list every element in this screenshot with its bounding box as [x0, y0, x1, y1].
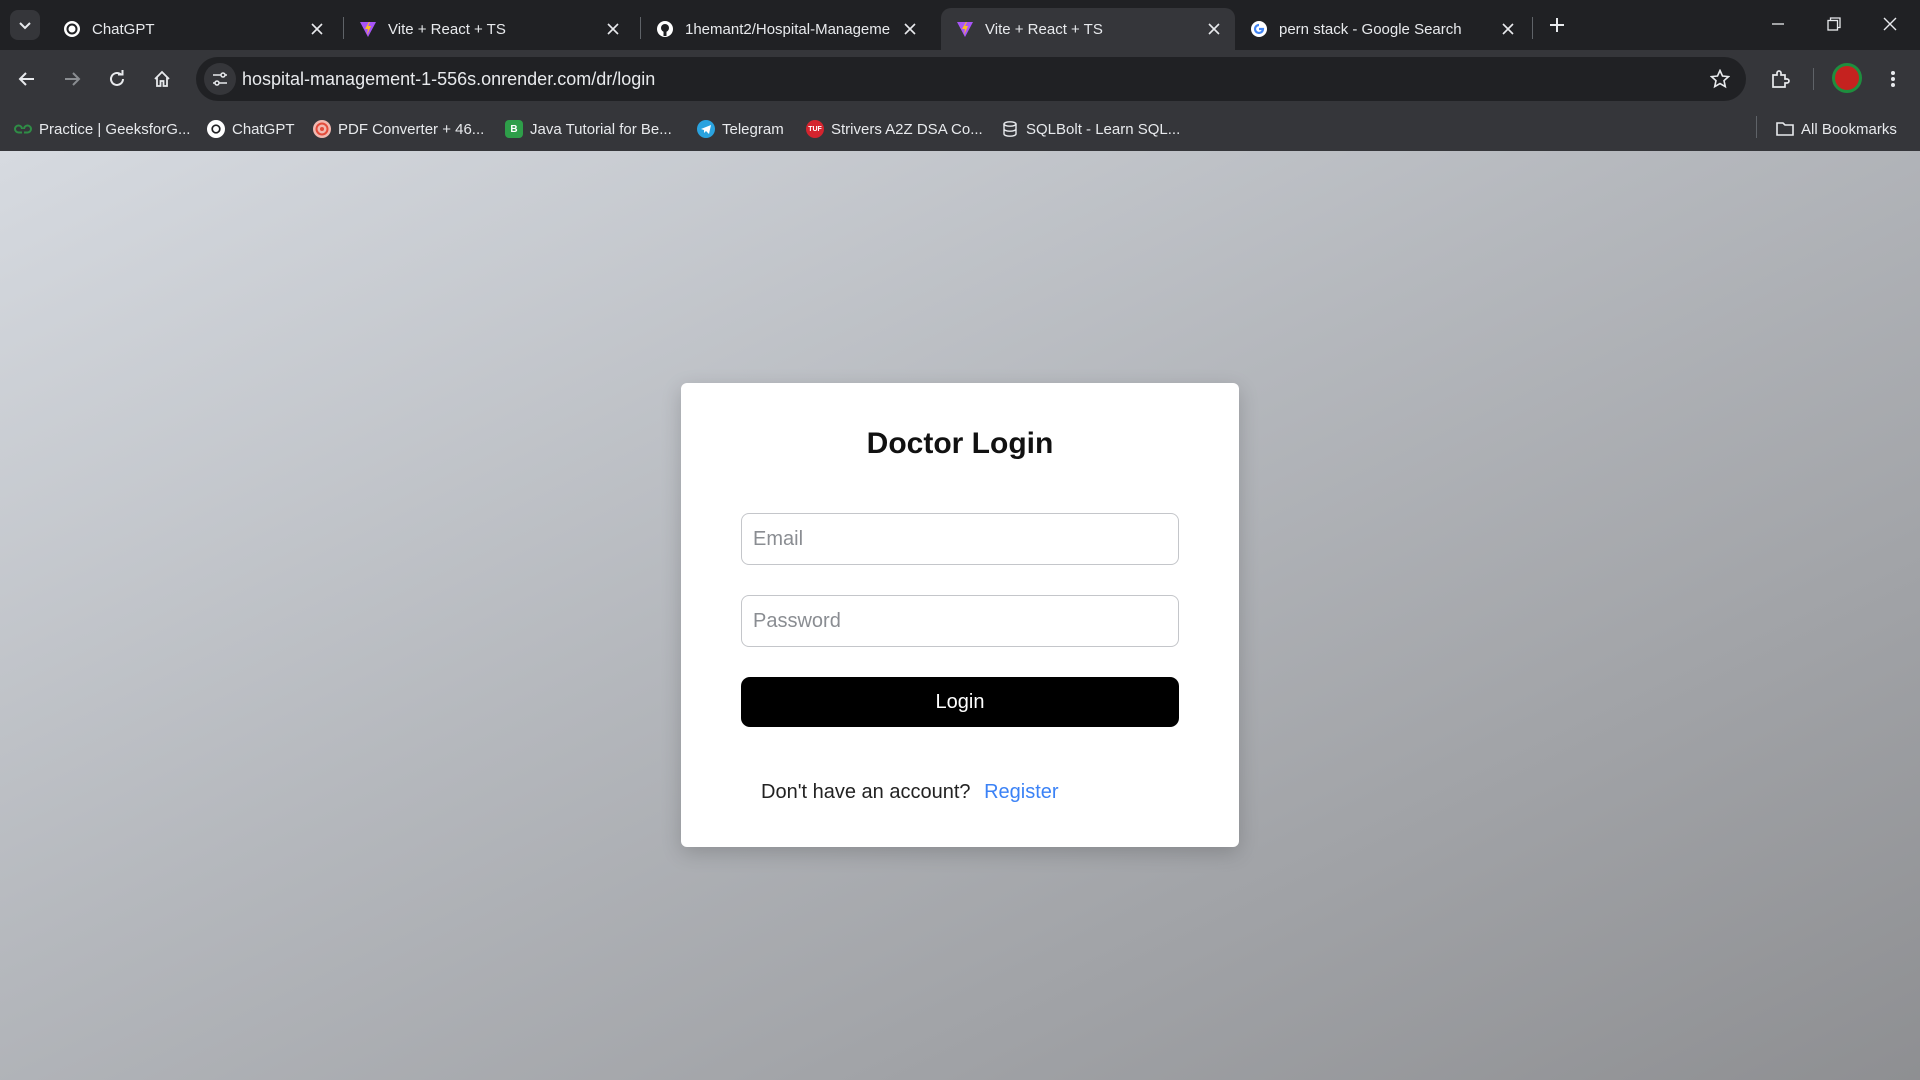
star-icon: [1710, 69, 1730, 89]
tab-search-button[interactable]: [10, 10, 40, 40]
bookmark-label: Java Tutorial for Be...: [530, 120, 672, 138]
arrow-right-icon: [65, 72, 81, 86]
reload-icon: [110, 70, 124, 86]
tune-icon: [213, 72, 227, 86]
tab-separator: [1532, 17, 1533, 39]
bookmark-label: Telegram: [722, 120, 784, 138]
chatgpt-icon: [62, 19, 82, 39]
tab-github[interactable]: 1hemant2/Hospital-Manageme: [641, 8, 931, 50]
google-icon: [1249, 19, 1269, 39]
password-field[interactable]: [741, 595, 1179, 647]
tab-google-search[interactable]: pern stack - Google Search: [1235, 8, 1529, 50]
chevron-down-icon: [19, 22, 31, 30]
page-title: Doctor Login: [866, 427, 1054, 460]
minimize-button[interactable]: [1750, 0, 1806, 48]
login-card: Doctor Login Login Don't have an account…: [681, 383, 1239, 847]
pdf-converter-icon: [313, 120, 331, 138]
toolbar-separator: [1813, 68, 1814, 90]
java-tutorial-icon: B: [505, 120, 523, 138]
close-window-button[interactable]: [1862, 0, 1918, 48]
forward-button[interactable]: [55, 62, 89, 96]
address-bar[interactable]: hospital-management-1-556s.onrender.com/…: [196, 57, 1746, 101]
bookmark-label: Strivers A2Z DSA Co...: [831, 120, 983, 138]
bookmark-label: ChatGPT: [232, 120, 295, 138]
browser-toolbar: hospital-management-1-556s.onrender.com/…: [0, 50, 1920, 108]
menu-button[interactable]: [1876, 62, 1910, 96]
page-viewport: Doctor Login Login Don't have an account…: [0, 151, 1920, 1080]
bookmarks-bar: Practice | GeeksforG... ChatGPT PDF Conv…: [0, 108, 1920, 151]
back-button[interactable]: [10, 62, 44, 96]
login-button[interactable]: Login: [741, 677, 1179, 727]
reload-button[interactable]: [100, 62, 134, 96]
arrow-left-icon: [18, 72, 34, 86]
chatgpt-icon: [207, 120, 225, 138]
more-vert-icon: [1891, 71, 1895, 87]
home-icon: [154, 70, 170, 87]
bookmark-geeksforgeeks[interactable]: Practice | GeeksforG...: [14, 116, 190, 142]
bookmark-pdf-converter[interactable]: PDF Converter + 46...: [313, 116, 484, 142]
bookmark-chatgpt[interactable]: ChatGPT: [207, 116, 295, 142]
close-icon[interactable]: [306, 18, 328, 40]
close-icon[interactable]: [602, 18, 624, 40]
bookmark-strivers-a2z[interactable]: TUF Strivers A2Z DSA Co...: [806, 116, 983, 142]
telegram-icon: [697, 120, 715, 138]
bookmarks-separator: [1756, 116, 1757, 138]
sqlbolt-icon: [1001, 120, 1019, 138]
tab-title: ChatGPT: [92, 20, 155, 38]
register-prompt: Don't have an account?: [761, 781, 971, 803]
all-bookmarks-label: All Bookmarks: [1801, 120, 1897, 138]
tuf-icon: TUF: [806, 120, 824, 138]
tab-vite-react-ts[interactable]: Vite + React + TS: [344, 8, 634, 50]
register-link[interactable]: Register: [984, 781, 1058, 803]
close-icon[interactable]: [899, 18, 921, 40]
bookmark-label: Practice | GeeksforG...: [39, 120, 191, 138]
profile-avatar[interactable]: [1832, 63, 1862, 93]
bookmark-java-tutorial[interactable]: B Java Tutorial for Be...: [505, 116, 672, 142]
close-icon[interactable]: [1203, 18, 1225, 40]
github-icon: [655, 19, 675, 39]
site-info-button[interactable]: [204, 63, 236, 95]
puzzle-icon: [1772, 70, 1790, 88]
bookmark-label: SQLBolt - Learn SQL...: [1026, 120, 1181, 138]
tab-title: 1hemant2/Hospital-Manageme: [685, 20, 891, 38]
close-icon: [1883, 17, 1897, 31]
restore-icon: [1827, 17, 1841, 31]
tab-strip: ChatGPT Vite + React + TS 1hemant2/Hospi…: [0, 0, 1920, 50]
folder-icon: [1776, 120, 1794, 138]
bookmark-sqlbolt[interactable]: SQLBolt - Learn SQL...: [1001, 116, 1180, 142]
bookmark-label: PDF Converter + 46...: [338, 120, 485, 138]
plus-icon: [1550, 18, 1564, 32]
tab-vite-react-ts-active[interactable]: Vite + React + TS: [941, 8, 1235, 50]
close-icon[interactable]: [1497, 18, 1519, 40]
geeksforgeeks-icon: [14, 120, 32, 138]
all-bookmarks-button[interactable]: All Bookmarks: [1776, 116, 1897, 142]
bookmark-star-button[interactable]: [1708, 67, 1732, 91]
email-field[interactable]: [741, 513, 1179, 565]
vite-icon: [955, 19, 975, 39]
url-text[interactable]: hospital-management-1-556s.onrender.com/…: [242, 69, 655, 90]
register-row: Don't have an account? Register: [761, 781, 1059, 804]
tab-title: Vite + React + TS: [985, 20, 1103, 38]
tab-chatgpt[interactable]: ChatGPT: [48, 8, 338, 50]
restore-button[interactable]: [1806, 0, 1862, 48]
vite-icon: [358, 19, 378, 39]
tab-title: pern stack - Google Search: [1279, 20, 1462, 38]
bookmark-telegram[interactable]: Telegram: [697, 116, 784, 142]
minimize-icon: [1772, 23, 1784, 25]
home-button[interactable]: [145, 62, 179, 96]
extensions-button[interactable]: [1763, 62, 1797, 96]
tab-title: Vite + React + TS: [388, 20, 506, 38]
new-tab-button[interactable]: [1543, 11, 1571, 39]
